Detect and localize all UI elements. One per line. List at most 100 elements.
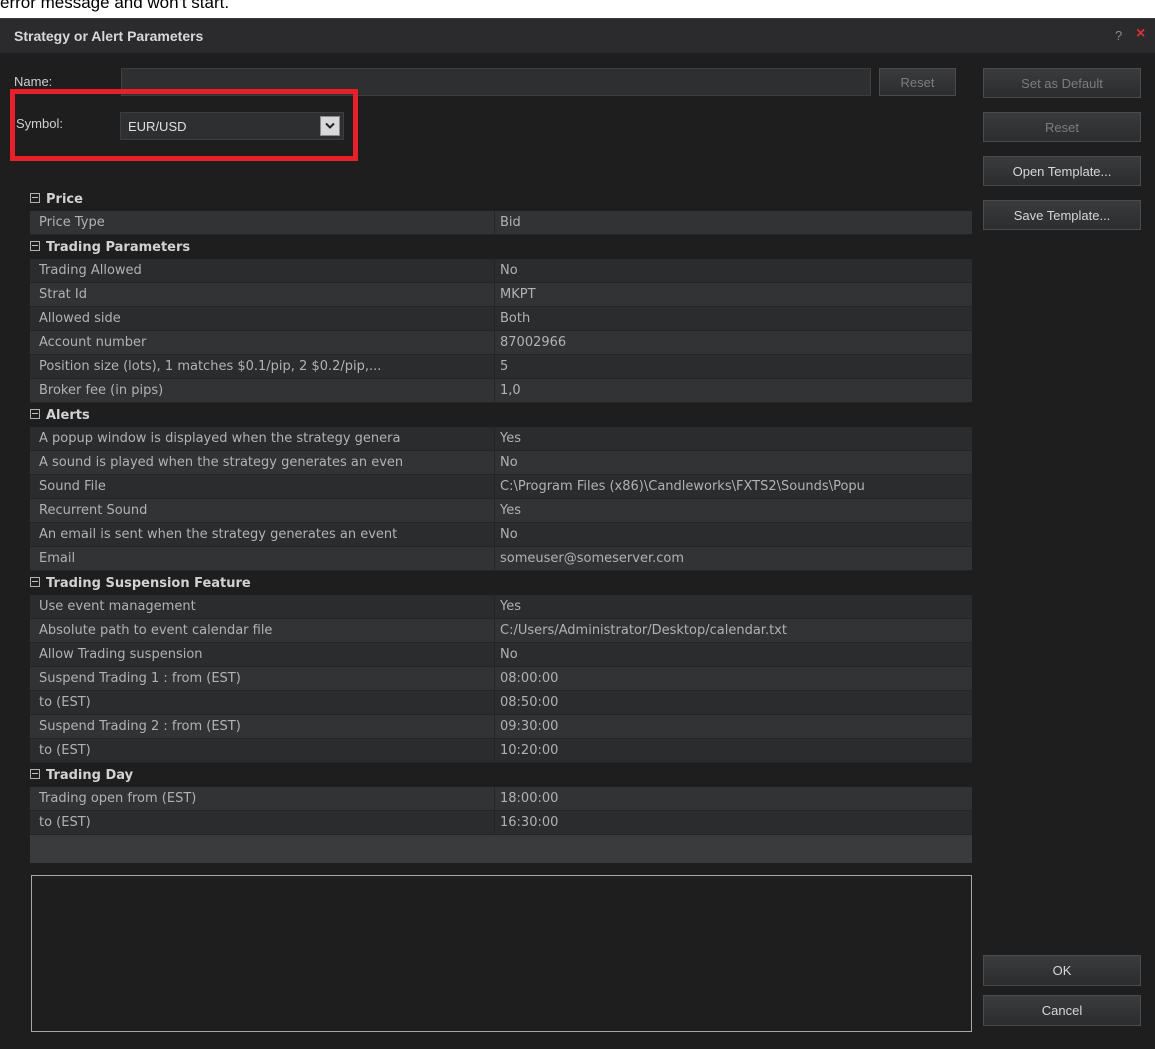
strategy-parameters-dialog: Strategy or Alert Parameters ? × Name: R… [0,18,1155,1049]
parameter-value[interactable]: 10:20:00 [495,739,972,762]
parameter-name: Recurrent Sound [30,499,495,522]
parameter-value[interactable]: Yes [495,427,972,450]
parameter-row[interactable]: to (EST) 08:50:00 [30,691,972,715]
parameter-row[interactable]: to (EST) 16:30:00 [30,811,972,835]
parameter-row[interactable]: Use event management Yes [30,595,972,619]
collapse-toggle-icon[interactable] [30,240,40,251]
parameter-row[interactable]: Strat Id MKPT [30,283,972,307]
parameter-value[interactable]: Yes [495,499,972,522]
parameter-name: Allowed side [30,307,495,330]
parameter-row[interactable]: Trading open from (EST) 18:00:00 [30,787,972,811]
parameter-value[interactable]: No [495,643,972,666]
name-reset-button[interactable]: Reset [879,68,956,96]
parameter-name: Price Type [30,211,495,234]
parameter-row[interactable]: Email someuser@someserver.com [30,547,972,571]
parameter-row[interactable]: Allow Trading suspension No [30,643,972,667]
parameter-value[interactable]: Bid [495,211,972,234]
parameter-value[interactable]: 08:00:00 [495,667,972,690]
parameter-value[interactable]: No [495,259,972,282]
close-icon[interactable]: × [1136,25,1145,43]
parameter-name: Position size (lots), 1 matches $0.1/pip… [30,355,495,378]
parameter-name: Broker fee (in pips) [30,379,495,402]
parameter-value[interactable]: Both [495,307,972,330]
parameter-name: An email is sent when the strategy gener… [30,523,495,546]
background-caption-text: error message and won't start. [0,0,230,12]
category-row[interactable]: Alerts [30,403,972,427]
parameters-label: Parameters: [29,154,100,162]
category-name: Trading Day [46,767,134,783]
parameter-name: Use event management [30,595,495,618]
parameter-row[interactable]: Absolute path to event calendar file C:/U… [30,619,972,643]
collapse-toggle-icon[interactable] [30,576,40,587]
category-row[interactable]: Trading Day [30,763,972,787]
parameter-row[interactable]: A popup window is displayed when the str… [30,427,972,451]
parameter-value[interactable]: 18:00:00 [495,787,972,810]
open-template-button[interactable]: Open Template... [983,156,1141,186]
parameter-description-box [31,875,972,1032]
symbol-select[interactable]: EUR/USD [120,112,344,140]
parameter-row[interactable]: Broker fee (in pips) 1,0 [30,379,972,403]
parameter-value[interactable]: 5 [495,355,972,378]
parameter-row[interactable]: Position size (lots), 1 matches $0.1/pip… [30,355,972,379]
category-name: Trading Parameters [46,239,191,255]
parameter-row[interactable]: Sound File C:\Program Files (x86)\Candlew… [30,475,972,499]
collapse-toggle-icon[interactable] [30,192,40,203]
parameters-grid[interactable]: Price Price Type Bid Trading Parameters Trad… [30,187,972,863]
parameter-row[interactable]: Suspend Trading 2 : from (EST) 09:30:00 [30,715,972,739]
category-row[interactable]: Price [30,187,972,211]
category-row[interactable]: Trading Suspension Feature [30,571,972,595]
parameter-value[interactable]: 16:30:00 [495,811,972,834]
category-name: Trading Suspension Feature [46,575,251,591]
parameter-name: Trading Allowed [30,259,495,282]
parameter-row[interactable]: Suspend Trading 1 : from (EST) 08:00:00 [30,667,972,691]
parameter-row[interactable]: A sound is played when the strategy gene… [30,451,972,475]
set-as-default-button[interactable]: Set as Default [983,68,1141,98]
parameter-row[interactable]: to (EST) 10:20:00 [30,739,972,763]
parameter-row[interactable]: Trading Allowed No [30,259,972,283]
parameter-name: to (EST) [30,739,495,762]
parameter-value[interactable]: MKPT [495,283,972,306]
parameter-value[interactable]: someuser@someserver.com [495,547,972,570]
symbol-label: Symbol: [16,116,63,131]
name-input[interactable] [121,68,871,96]
parameter-name: Suspend Trading 2 : from (EST) [30,715,495,738]
parameter-value[interactable]: C:\Program Files (x86)\Candleworks\FXTS2… [495,475,972,498]
category-name: Price [46,191,83,207]
parameter-row[interactable]: Recurrent Sound Yes [30,499,972,523]
parameter-row[interactable]: An email is sent when the strategy gener… [30,523,972,547]
parameter-name: Strat Id [30,283,495,306]
name-label: Name: [14,74,53,89]
ok-button[interactable]: OK [983,955,1141,986]
category-row[interactable]: Trading Parameters [30,235,972,259]
parameter-row[interactable]: Allowed side Both [30,307,972,331]
parameter-name: Absolute path to event calendar file [30,619,495,642]
cancel-button[interactable]: Cancel [983,995,1141,1026]
parameter-row[interactable]: Account number 87002966 [30,331,972,355]
reset-button[interactable]: Reset [983,112,1141,142]
dialog-titlebar[interactable]: Strategy or Alert Parameters ? × [0,19,1155,53]
symbol-value: EUR/USD [128,119,187,134]
parameter-value[interactable]: 87002966 [495,331,972,354]
save-template-button[interactable]: Save Template... [983,200,1141,230]
parameter-value[interactable]: No [495,451,972,474]
chevron-down-icon[interactable] [320,116,340,136]
parameter-row[interactable]: Price Type Bid [30,211,972,235]
parameter-name: Account number [30,331,495,354]
parameter-name: A sound is played when the strategy gene… [30,451,495,474]
parameter-value[interactable]: 08:50:00 [495,691,972,714]
parameter-name: A popup window is displayed when the str… [30,427,495,450]
parameter-value[interactable]: Yes [495,595,972,618]
parameter-name: Trading open from (EST) [30,787,495,810]
parameter-name: to (EST) [30,811,495,834]
collapse-toggle-icon[interactable] [30,408,40,419]
parameter-value[interactable]: C:/Users/Administrator/Desktop/calendar.… [495,619,972,642]
parameter-name: to (EST) [30,691,495,714]
parameter-name: Email [30,547,495,570]
parameter-value[interactable]: 09:30:00 [495,715,972,738]
help-icon[interactable]: ? [1115,28,1122,43]
category-name: Alerts [46,407,90,423]
parameter-value[interactable]: No [495,523,972,546]
parameter-value[interactable]: 1,0 [495,379,972,402]
parameter-name: Suspend Trading 1 : from (EST) [30,667,495,690]
collapse-toggle-icon[interactable] [30,768,40,779]
